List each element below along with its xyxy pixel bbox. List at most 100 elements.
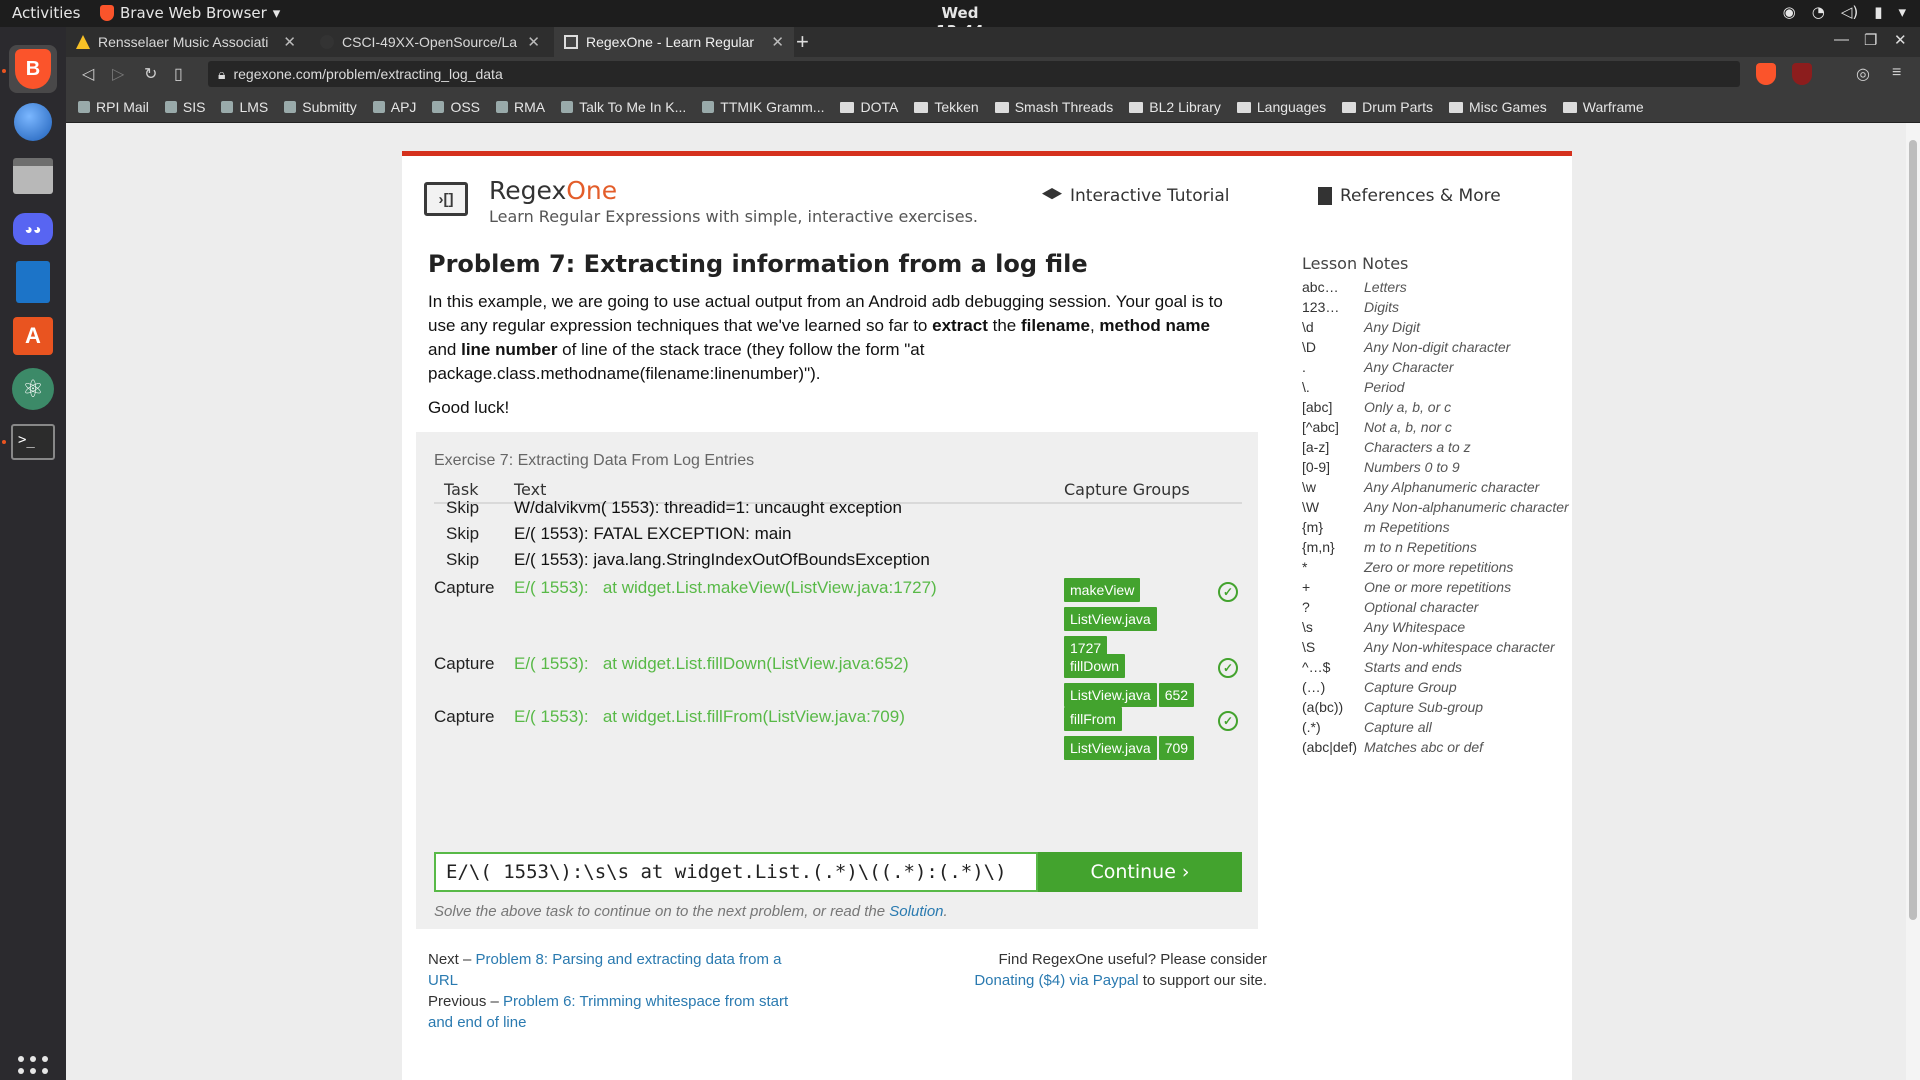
solve-hint: Solve the above task to continue on to t… — [434, 903, 948, 920]
bookmark-item[interactable]: SIS — [164, 99, 205, 115]
row-text: E/( 1553): at widget.List.fillDown(ListV… — [514, 654, 909, 673]
volume-icon[interactable]: ◁) — [1841, 3, 1858, 21]
lesson-note: [abc] Only a, b, or c — [1302, 397, 1572, 417]
tab-csci-opensource[interactable]: CSCI-49XX-OpenSource/La ✕ — [310, 27, 550, 57]
address-bar[interactable]: 🔒︎ regexone.com/problem/extracting_log_d… — [208, 61, 1740, 87]
site-tagline: Learn Regular Expressions with simple, i… — [489, 207, 978, 226]
regex-input[interactable]: E/\( 1553\):\s\s at widget.List.(.*)\((.… — [434, 852, 1038, 892]
close-tab-icon[interactable]: ✕ — [771, 33, 784, 51]
dock-files[interactable] — [9, 152, 57, 200]
bookmark-folder[interactable]: BL2 Library — [1129, 99, 1221, 115]
scrollbar-thumb[interactable] — [1909, 140, 1917, 920]
close-tab-icon[interactable]: ✕ — [527, 33, 540, 51]
note-syntax: \S — [1302, 639, 1316, 655]
intro-bold: line number — [461, 340, 558, 359]
solve-end: . — [943, 903, 948, 920]
bookmark-folder[interactable]: DOTA — [840, 99, 898, 115]
dock-atom[interactable]: ⚛ — [9, 365, 57, 413]
capture-group-pill: fillFrom — [1064, 707, 1122, 731]
bookmark-label: BL2 Library — [1149, 99, 1221, 115]
bookmark-item[interactable]: OSS — [432, 99, 480, 115]
bookmark-item[interactable]: Talk To Me In K... — [561, 99, 686, 115]
note-syntax: (a(bc)) — [1302, 699, 1344, 715]
note-syntax: abc… — [1302, 279, 1339, 295]
regexone-favicon — [564, 35, 578, 49]
battery-icon[interactable]: ▮ — [1874, 3, 1882, 21]
bookmark-favicon — [221, 101, 234, 113]
note-meaning: Characters a to z — [1364, 439, 1471, 455]
close-window-icon[interactable]: ✕ — [1894, 31, 1907, 49]
bookmark-item[interactable]: RPI Mail — [78, 99, 149, 115]
bookmark-folder[interactable]: Languages — [1236, 99, 1326, 115]
dock-brave[interactable]: B — [9, 45, 57, 93]
bookmark-item[interactable]: LMS — [221, 99, 268, 115]
problem-navigation: Next – Problem 8: Parsing and extracting… — [428, 949, 798, 1033]
tab-rensselaer-music[interactable]: Rensselaer Music Associati ✕ — [66, 27, 306, 57]
bookmark-folder[interactable]: Tekken — [914, 99, 979, 115]
col-capture-groups: Capture Groups — [1064, 480, 1190, 499]
activities-button[interactable]: Activities — [12, 4, 80, 22]
account-icon[interactable]: ◎ — [1856, 64, 1870, 84]
bookmark-folder[interactable]: Misc Games — [1448, 99, 1547, 115]
dock-software[interactable]: A — [9, 312, 57, 360]
lesson-note: ? Optional character — [1302, 597, 1572, 617]
intro-text: and — [428, 340, 462, 359]
nav-interactive-tutorial[interactable]: Interactive Tutorial — [1042, 186, 1229, 206]
dock-thunderbird[interactable] — [9, 98, 57, 146]
bookmark-icon[interactable]: ▯ — [174, 64, 183, 84]
discord-tray-icon[interactable]: ◉ — [1783, 3, 1796, 21]
system-tray[interactable]: ◉ ◔ ◁) ▮ ▾ — [1783, 3, 1906, 21]
bookmark-item[interactable]: RMA — [496, 99, 545, 115]
dock-terminal[interactable]: >_ — [9, 418, 57, 466]
brave-shields-icon[interactable] — [1756, 63, 1776, 85]
back-icon[interactable]: ◁ — [82, 64, 94, 84]
bookmark-folder[interactable]: Warframe — [1562, 99, 1644, 115]
bookmark-item[interactable]: TTMIK Gramm... — [702, 99, 824, 115]
app-menu[interactable]: Brave Web Browser ▾ — [100, 4, 280, 22]
nav-references[interactable]: References & More — [1318, 186, 1501, 206]
folder-icon — [914, 101, 929, 113]
minimize-window-icon[interactable]: — — [1834, 31, 1849, 48]
bookmark-folder[interactable]: Drum Parts — [1342, 99, 1433, 115]
bookmark-folder[interactable]: Smash Threads — [994, 99, 1113, 115]
continue-button[interactable]: Continue › — [1038, 852, 1242, 892]
wifi-icon[interactable]: ◔ — [1812, 3, 1825, 21]
bookmark-favicon — [78, 101, 90, 113]
bookmark-label: Submitty — [302, 99, 357, 115]
tab-regexone[interactable]: RegexOne - Learn Regular ✕ — [554, 27, 794, 57]
lesson-note: 123… Digits — [1302, 297, 1572, 317]
navigation-bar: ◁ ▷ ↻ ▯ 🔒︎ regexone.com/problem/extracti… — [66, 57, 1920, 92]
close-tab-icon[interactable]: ✕ — [283, 33, 296, 51]
site-logo[interactable]: RegexOne — [489, 176, 617, 205]
solution-link[interactable]: Solution — [889, 903, 943, 920]
ublock-origin-icon[interactable] — [1792, 63, 1812, 85]
note-meaning: Any Non-whitespace character — [1364, 639, 1555, 655]
reload-icon[interactable]: ↻ — [144, 64, 157, 84]
dock-discord[interactable]: ◕◕ — [9, 205, 57, 253]
folder-icon — [1448, 101, 1463, 113]
task-label: Capture — [434, 578, 495, 597]
note-syntax: \w — [1302, 479, 1316, 495]
new-tab-button[interactable]: + — [796, 29, 809, 55]
bookmark-label: Warframe — [1582, 99, 1644, 115]
next-problem-link[interactable]: Problem 8: Parsing and extracting data f… — [428, 951, 782, 989]
capture-group-pill: makeView — [1064, 578, 1141, 602]
donate-link[interactable]: Donating ($4) via Paypal — [974, 972, 1138, 989]
bookmark-item[interactable]: APJ — [372, 99, 416, 115]
lesson-note: + One or more repetitions — [1302, 577, 1572, 597]
restore-window-icon[interactable]: ❐ — [1864, 31, 1877, 49]
note-syntax: ^…$ — [1302, 659, 1331, 675]
tab-bar: Rensselaer Music Associati ✕ CSCI-49XX-O… — [66, 27, 1920, 57]
dock-writer[interactable] — [9, 258, 57, 306]
show-applications-icon[interactable] — [18, 1056, 48, 1080]
menu-icon[interactable]: ≡ — [1892, 64, 1901, 82]
lesson-note: \W Any Non-alphanumeric character — [1302, 497, 1572, 517]
power-menu-icon[interactable]: ▾ — [1898, 3, 1906, 21]
capture-groups: makeView ListView.java 1727 — [1064, 578, 1204, 665]
exercise-panel: Exercise 7: Extracting Data From Log Ent… — [416, 432, 1258, 929]
page-scrollbar[interactable] — [1906, 123, 1920, 1080]
atom-icon: ⚛ — [12, 368, 54, 410]
regexone-logo-icon[interactable]: ›[] — [424, 182, 468, 216]
forward-icon[interactable]: ▷ — [112, 64, 124, 84]
bookmark-item[interactable]: Submitty — [284, 99, 357, 115]
